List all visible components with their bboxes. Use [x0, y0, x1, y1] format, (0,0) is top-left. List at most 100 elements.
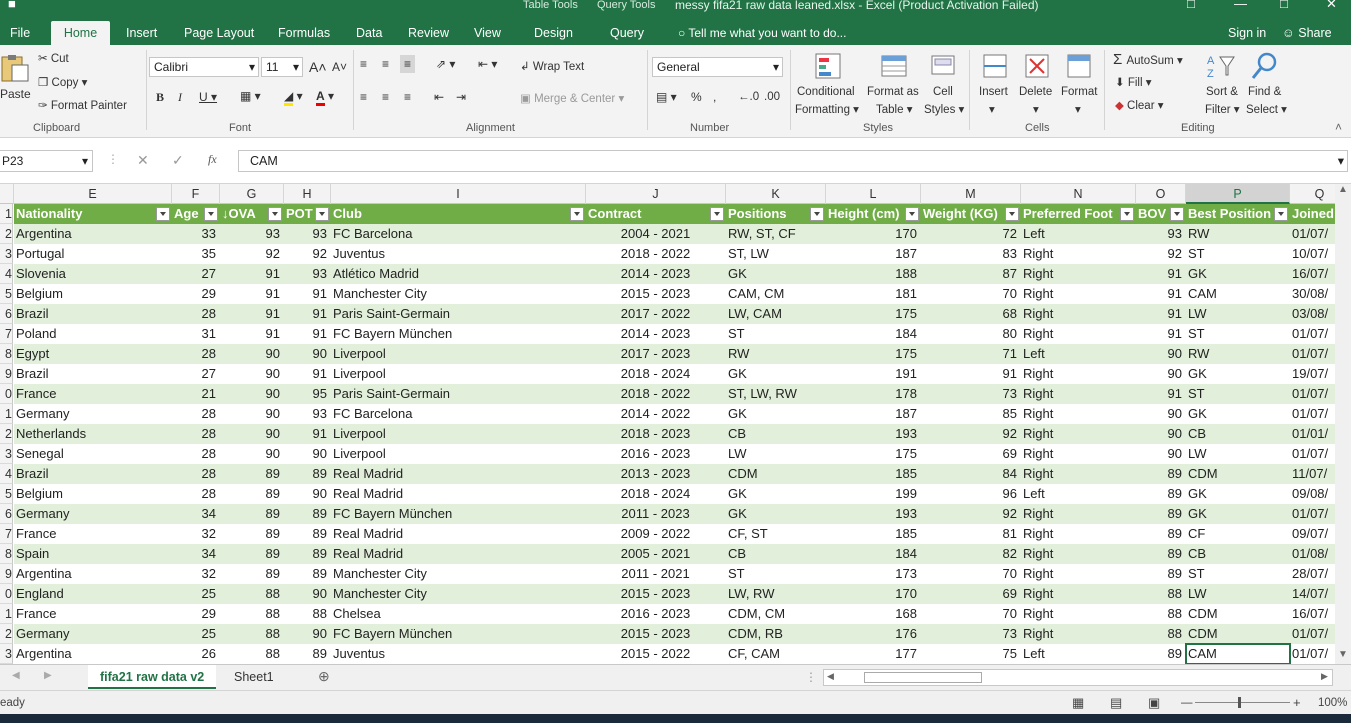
table-cell[interactable]: 11/07/	[1290, 464, 1335, 484]
table-cell[interactable]: 2014 - 2023	[586, 264, 726, 284]
table-cell[interactable]: 89	[1136, 524, 1186, 544]
comma-icon[interactable]: ,	[713, 90, 716, 104]
delete-chevron-icon[interactable]: ▾	[1033, 102, 1039, 116]
table-cell[interactable]: 199	[826, 484, 921, 504]
table-cell[interactable]: 91	[220, 284, 284, 304]
table-cell[interactable]: Germany	[14, 404, 172, 424]
increase-decimal-icon[interactable]: ←.0	[738, 91, 759, 103]
table-cell[interactable]: 30/08/	[1290, 284, 1335, 304]
table-cell[interactable]: 91	[284, 424, 331, 444]
tab-home[interactable]: Home	[51, 21, 110, 45]
table-cell[interactable]: 93	[284, 224, 331, 244]
table-cell[interactable]: Real Madrid	[331, 464, 586, 484]
sort-filter-button-2[interactable]: Filter ▾	[1205, 102, 1240, 116]
table-cell[interactable]: 89	[220, 504, 284, 524]
table-cell[interactable]: Argentina	[14, 564, 172, 584]
table-cell[interactable]: 28	[172, 484, 220, 504]
table-cell[interactable]: 92	[921, 504, 1021, 524]
table-cell[interactable]: 25	[172, 584, 220, 604]
sheet-tab-sheet1[interactable]: Sheet1	[222, 665, 286, 689]
table-cell[interactable]: Right	[1021, 444, 1136, 464]
table-cell[interactable]: 80	[921, 324, 1021, 344]
table-cell[interactable]: Juventus	[331, 644, 586, 664]
table-cell[interactable]: GK	[1186, 364, 1290, 384]
table-cell[interactable]: GK	[1186, 484, 1290, 504]
find-select-button[interactable]: Find &	[1248, 86, 1281, 98]
add-sheet-icon[interactable]: ⊕	[318, 668, 330, 685]
table-cell[interactable]: 01/07/	[1290, 444, 1335, 464]
table-cell[interactable]: 177	[826, 644, 921, 664]
filter-dropdown-icon[interactable]	[905, 207, 919, 221]
table-cell[interactable]: CDM, CM	[726, 604, 826, 624]
table-cell[interactable]: Paris Saint-Germain	[331, 384, 586, 404]
table-cell[interactable]: 89	[284, 564, 331, 584]
table-cell[interactable]: 28	[172, 344, 220, 364]
table-cell[interactable]: Portugal	[14, 244, 172, 264]
table-cell[interactable]: 34	[172, 544, 220, 564]
table-cell[interactable]: 90	[284, 624, 331, 644]
table-cell[interactable]: 89	[1136, 564, 1186, 584]
table-cell[interactable]: 2018 - 2024	[586, 484, 726, 504]
table-cell[interactable]: Egypt	[14, 344, 172, 364]
table-cell[interactable]: Right	[1021, 384, 1136, 404]
table-cell[interactable]: 187	[826, 404, 921, 424]
table-cell[interactable]: GK	[726, 264, 826, 284]
cell-styles-button[interactable]: Cell	[933, 86, 953, 98]
scroll-up-icon[interactable]: ▲	[1338, 184, 1348, 195]
borders-icon[interactable]: ▦ ▾	[240, 89, 261, 103]
table-cell[interactable]: 89	[284, 524, 331, 544]
tab-query[interactable]: Query	[600, 21, 654, 45]
table-cell[interactable]: Right	[1021, 404, 1136, 424]
underline-icon[interactable]: U ▾	[199, 90, 217, 104]
table-cell[interactable]: 91	[284, 284, 331, 304]
table-cell[interactable]: Right	[1021, 524, 1136, 544]
share-button[interactable]: ☺ Share	[1282, 21, 1332, 45]
table-cell[interactable]: 2015 - 2023	[586, 284, 726, 304]
percent-icon[interactable]: %	[691, 90, 702, 104]
table-cell[interactable]: 2005 - 2021	[586, 544, 726, 564]
table-cell[interactable]: 95	[284, 384, 331, 404]
table-cell[interactable]: 2015 - 2023	[586, 624, 726, 644]
table-cell[interactable]: 178	[826, 384, 921, 404]
vertical-scrollbar[interactable]: ▲ ▼	[1335, 184, 1351, 664]
table-cell[interactable]: Right	[1021, 304, 1136, 324]
decrease-font-icon[interactable]: A˅	[332, 60, 347, 74]
increase-indent-icon[interactable]: ⇥	[456, 90, 466, 104]
table-cell[interactable]: 89	[284, 544, 331, 564]
table-cell[interactable]: 01/07/	[1290, 324, 1335, 344]
table-cell[interactable]: 89	[220, 544, 284, 564]
tab-page-layout[interactable]: Page Layout	[174, 21, 264, 45]
table-cell[interactable]: CB	[1186, 544, 1290, 564]
table-cell[interactable]: France	[14, 384, 172, 404]
row-header[interactable]: 0	[0, 384, 13, 404]
table-cell[interactable]: 90	[220, 364, 284, 384]
column-header-f[interactable]: F	[172, 184, 220, 204]
table-cell[interactable]: 72	[921, 224, 1021, 244]
table-cell[interactable]: GK	[726, 484, 826, 504]
table-cell[interactable]: Right	[1021, 244, 1136, 264]
column-header-p[interactable]: P	[1186, 184, 1290, 204]
row-header[interactable]: 9	[0, 564, 13, 584]
table-cell[interactable]: 89	[1136, 504, 1186, 524]
table-cell[interactable]: ST	[726, 564, 826, 584]
table-cell[interactable]: 91	[921, 364, 1021, 384]
table-cell[interactable]: Brazil	[14, 364, 172, 384]
table-cell[interactable]: 89	[1136, 464, 1186, 484]
table-cell[interactable]: CDM	[726, 464, 826, 484]
table-cell[interactable]: 2018 - 2023	[586, 424, 726, 444]
table-cell[interactable]: 90	[284, 484, 331, 504]
minimize-icon[interactable]: —	[1234, 0, 1247, 11]
table-cell[interactable]: ST	[1186, 564, 1290, 584]
increase-font-icon[interactable]: A˄	[309, 59, 327, 75]
table-cell[interactable]: Manchester City	[331, 584, 586, 604]
table-cell[interactable]: 32	[172, 564, 220, 584]
table-cell[interactable]: 75	[921, 644, 1021, 664]
table-cell[interactable]: Left	[1021, 484, 1136, 504]
table-cell[interactable]: 2017 - 2022	[586, 304, 726, 324]
table-cell[interactable]: 91	[1136, 304, 1186, 324]
table-cell[interactable]: 88	[220, 584, 284, 604]
table-cell[interactable]: 89	[1136, 484, 1186, 504]
table-cell[interactable]: 34	[172, 504, 220, 524]
table-cell[interactable]: 2014 - 2022	[586, 404, 726, 424]
table-cell[interactable]: RW, ST, CF	[726, 224, 826, 244]
